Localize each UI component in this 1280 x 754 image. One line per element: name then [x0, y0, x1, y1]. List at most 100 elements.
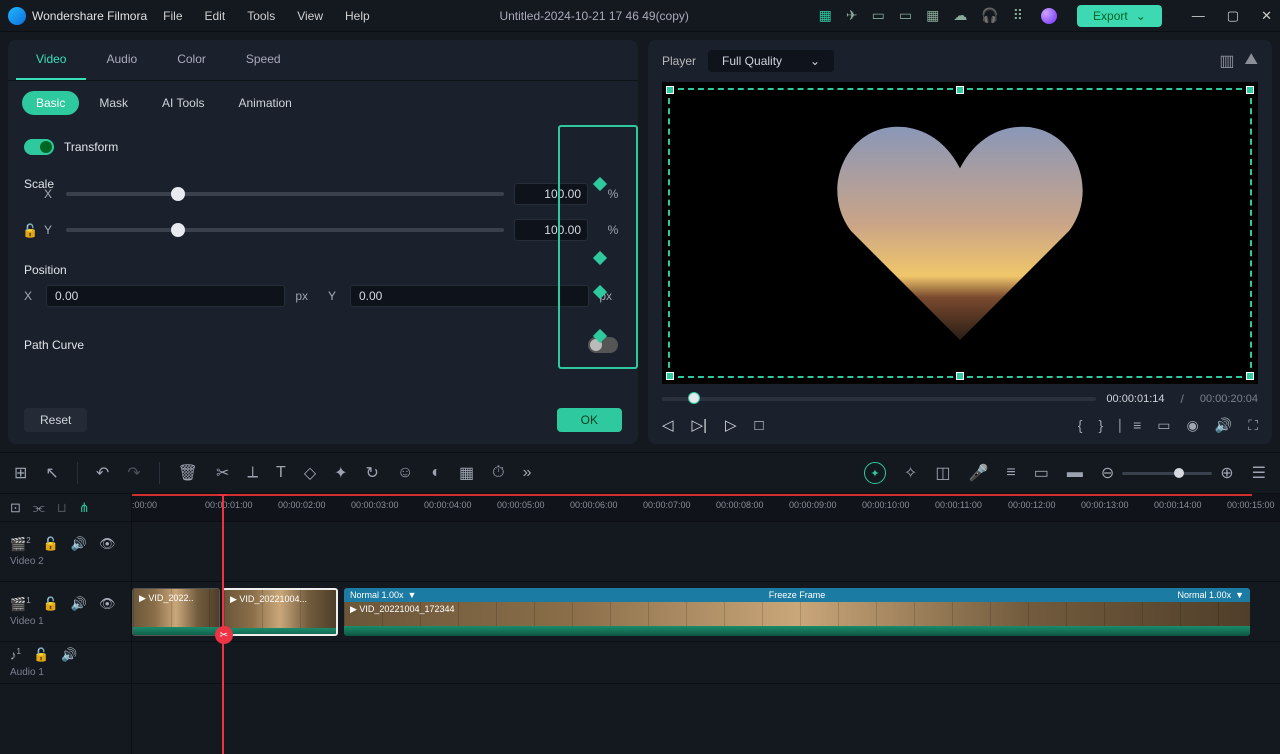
card-icon[interactable]: ▭: [872, 7, 885, 24]
preview-scrubber[interactable]: [662, 397, 1096, 401]
face-icon[interactable]: ☺: [397, 464, 413, 482]
lock-icon[interactable]: 🔓: [43, 596, 59, 612]
tab-video[interactable]: Video: [16, 40, 86, 80]
playhead[interactable]: [222, 494, 224, 754]
mute-icon[interactable]: 🔊: [61, 647, 77, 663]
export-button[interactable]: Export ⌄: [1077, 5, 1162, 27]
devices-icon[interactable]: ▭: [899, 7, 912, 24]
clip-3[interactable]: Normal 1.00x▼ Freeze Frame Normal 1.00x▼…: [344, 588, 1250, 636]
lock-icon[interactable]: 🔓: [43, 536, 59, 552]
close-button[interactable]: ✕: [1261, 8, 1272, 24]
caption-icon[interactable]: ▬: [1067, 464, 1083, 482]
marker-icon[interactable]: ⎸≡: [1119, 417, 1141, 434]
zoom-slider[interactable]: [1122, 472, 1212, 475]
cut-icon[interactable]: ✂: [216, 463, 229, 483]
mute-icon[interactable]: 🔊: [71, 536, 87, 552]
more-icon[interactable]: »: [523, 464, 532, 482]
keyframe-scale-x[interactable]: [593, 251, 607, 265]
preview-canvas[interactable]: [662, 82, 1258, 384]
scissors-icon[interactable]: ✂: [215, 626, 233, 644]
shield-icon[interactable]: ◫: [935, 463, 950, 483]
resize-handle-bl[interactable]: [666, 372, 674, 380]
delete-icon[interactable]: 🗑: [178, 463, 198, 483]
selection-border[interactable]: [668, 88, 1252, 378]
resize-handle-t[interactable]: [956, 86, 964, 94]
subtab-mask[interactable]: Mask: [85, 91, 142, 115]
menu-edit[interactable]: Edit: [205, 9, 226, 23]
smart-edit-icon[interactable]: ✦: [864, 462, 886, 484]
step-back-icon[interactable]: ◁: [662, 416, 674, 434]
snapshot-icon[interactable]: ◉: [1187, 417, 1199, 434]
undo-icon[interactable]: ↶: [96, 463, 109, 483]
snap-icon[interactable]: ⊡: [10, 500, 21, 516]
quality-dropdown[interactable]: Full Quality ⌄: [708, 50, 834, 72]
subtab-aitools[interactable]: AI Tools: [148, 91, 218, 115]
track-video2-row[interactable]: [132, 522, 1280, 582]
cursor-icon[interactable]: ↖: [45, 463, 58, 483]
transform-toggle[interactable]: [24, 139, 54, 155]
color-icon[interactable]: ◐: [431, 464, 441, 482]
screen-icon[interactable]: ▭: [1034, 463, 1049, 483]
step-fwd-icon[interactable]: ▷|: [692, 416, 707, 434]
minimize-button[interactable]: —: [1192, 8, 1205, 24]
mic-icon[interactable]: 🎤: [968, 463, 988, 483]
grid-icon[interactable]: ▦: [926, 7, 939, 24]
lock-icon[interactable]: 🔓: [33, 647, 49, 663]
position-y-input[interactable]: 0.00: [350, 285, 589, 307]
track-header-video1[interactable]: 🎬1 🔓 🔊 👁 Video 1: [0, 582, 131, 642]
track-header-video2[interactable]: 🎬2 🔓 🔊 👁 Video 2: [0, 522, 131, 582]
send-icon[interactable]: ✈: [846, 7, 858, 24]
play-icon[interactable]: ▷: [725, 416, 737, 434]
headphones-icon[interactable]: 🎧: [981, 7, 998, 24]
brace-open-icon[interactable]: {: [1078, 417, 1083, 434]
layout-icon[interactable]: ⊞: [14, 463, 27, 483]
magnet-icon[interactable]: ⊔: [57, 500, 67, 516]
menu-help[interactable]: Help: [345, 9, 370, 23]
volume-icon[interactable]: 🔊: [1215, 417, 1232, 434]
zoom-out-icon[interactable]: ⊖: [1101, 463, 1114, 483]
scale-x-slider[interactable]: [66, 192, 504, 196]
track-header-audio1[interactable]: ♪1 🔓 🔊 Audio 1: [0, 642, 131, 684]
resize-handle-br[interactable]: [1246, 372, 1254, 380]
timer-icon[interactable]: ⏱: [492, 464, 504, 482]
timeline-tracks[interactable]: :00:0000:00:01:0000:00:02:0000:00:03:000…: [132, 494, 1280, 754]
subtab-animation[interactable]: Animation: [224, 91, 305, 115]
text-icon[interactable]: T: [276, 464, 286, 482]
link-lock-icon[interactable]: 🔓: [22, 223, 38, 239]
menu-tools[interactable]: Tools: [247, 9, 275, 23]
keyframe-scale-y[interactable]: [593, 285, 607, 299]
brace-close-icon[interactable]: }: [1098, 417, 1103, 434]
crop-icon[interactable]: ⟂: [247, 464, 258, 482]
effects-icon[interactable]: ✦: [334, 463, 347, 483]
track-video1-row[interactable]: ✂ ▶ VID_2022.. ▶ VID_20221004... Normal …: [132, 582, 1280, 642]
visibility-icon[interactable]: 👁: [99, 536, 116, 552]
ok-button[interactable]: OK: [557, 408, 622, 432]
mixer-icon[interactable]: ≡: [1006, 464, 1015, 482]
position-x-input[interactable]: 0.00: [46, 285, 285, 307]
keyframe-position[interactable]: [593, 329, 607, 343]
clip-1[interactable]: ▶ VID_2022..: [132, 588, 220, 636]
reset-button[interactable]: Reset: [24, 408, 87, 432]
resize-handle-tr[interactable]: [1246, 86, 1254, 94]
subtab-basic[interactable]: Basic: [22, 91, 79, 115]
compare-view-icon[interactable]: ▥: [1219, 51, 1234, 71]
group-icon[interactable]: ▦: [459, 463, 474, 483]
sparkle-icon[interactable]: ✧: [904, 463, 917, 483]
gift-icon[interactable]: ▦: [819, 7, 832, 24]
tab-audio[interactable]: Audio: [86, 40, 157, 80]
fullscreen-icon[interactable]: ⛶: [1248, 417, 1258, 434]
maximize-button[interactable]: ▢: [1227, 8, 1239, 24]
link-icon[interactable]: ⫘: [33, 500, 45, 516]
clip-2[interactable]: ▶ VID_20221004...: [222, 588, 338, 636]
visibility-icon[interactable]: 👁: [99, 596, 116, 612]
cloud-icon[interactable]: ☁: [953, 7, 967, 24]
scale-y-slider[interactable]: [66, 228, 504, 232]
redo-icon[interactable]: ↷: [127, 463, 140, 483]
resize-handle-tl[interactable]: [666, 86, 674, 94]
zoom-in-icon[interactable]: ⊕: [1220, 463, 1233, 483]
menu-file[interactable]: File: [163, 9, 182, 23]
time-ruler[interactable]: :00:0000:00:01:0000:00:02:0000:00:03:000…: [132, 494, 1280, 522]
mute-icon[interactable]: 🔊: [71, 596, 87, 612]
auto-icon[interactable]: ⋔: [79, 500, 90, 516]
tab-speed[interactable]: Speed: [226, 40, 301, 80]
